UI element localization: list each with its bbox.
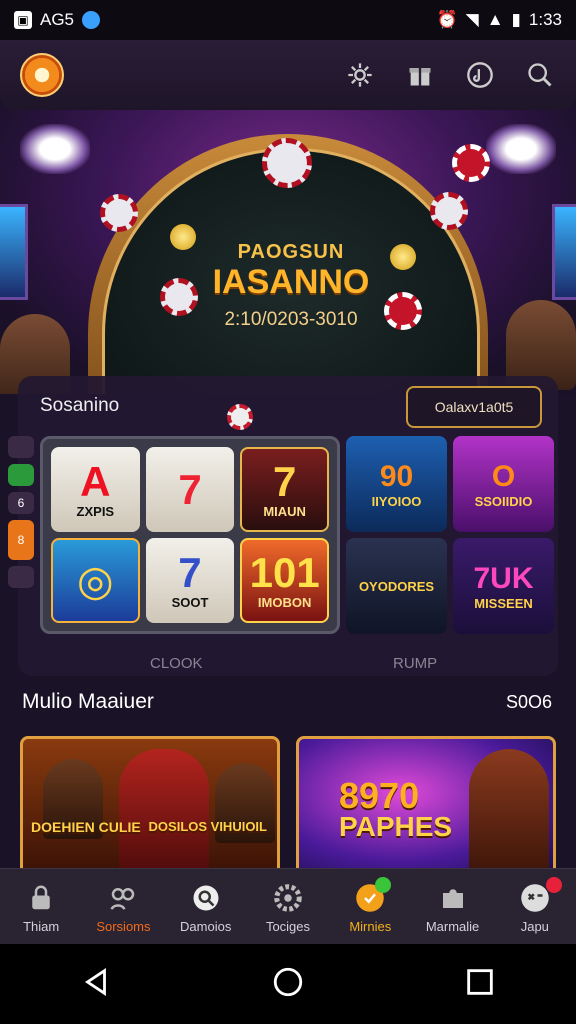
- game-tile[interactable]: OYODORES: [346, 538, 447, 634]
- rail-item[interactable]: [8, 436, 34, 458]
- reel-tile[interactable]: 101 IMOBON: [240, 538, 329, 623]
- back-icon[interactable]: [79, 965, 113, 1004]
- coin-icon: [390, 244, 416, 270]
- chip-icon: [452, 144, 490, 182]
- gift-icon[interactable]: [404, 59, 436, 91]
- reel-tile[interactable]: 7: [145, 447, 235, 532]
- app-header: [0, 40, 576, 110]
- card-subtitle: PAPHES: [339, 811, 453, 842]
- chip-icon: [262, 138, 312, 188]
- battery-icon: ▮: [511, 10, 521, 29]
- section-title: Sosanino: [40, 395, 120, 416]
- card-title: DOEHIEN CULIE: [31, 819, 141, 835]
- hero-banner[interactable]: PAOGSUN IASANNO 2:10/0203-3010: [0, 104, 576, 394]
- chip-icon: [430, 192, 468, 230]
- nav-item-damoios[interactable]: Damoios: [171, 881, 241, 934]
- app-notification-icon: [82, 11, 101, 29]
- reel-tile[interactable]: ◎: [51, 538, 140, 623]
- game-tile[interactable]: O SSOIIDIO: [453, 436, 554, 532]
- nav-item-tociges[interactable]: Tociges: [253, 881, 323, 934]
- slot-machine-reels[interactable]: A ZXPIS 7 7 MIAUN ◎ 7 SOOT 101 IMOBON: [40, 436, 340, 634]
- game-card[interactable]: DOEHIEN CULIE DOSILOS VIHUIOIL: [20, 736, 280, 876]
- section-action-button[interactable]: Oalaxv1a0t5: [406, 386, 542, 428]
- rail-item[interactable]: [8, 566, 34, 588]
- nav-item-japu[interactable]: Japu: [500, 876, 570, 934]
- wifi-icon: ◥: [465, 10, 479, 29]
- nav-item-marmalie[interactable]: Marmalie: [418, 881, 488, 934]
- screen-right: [552, 204, 576, 300]
- rail-item[interactable]: 6: [8, 492, 34, 514]
- people-icon: [106, 881, 140, 915]
- header-icons: [344, 59, 556, 91]
- home-icon[interactable]: [271, 965, 305, 1004]
- status-left: ▣ AG5: [14, 10, 101, 30]
- status-time: 1:33: [528, 10, 562, 29]
- left-rail: 6 8: [0, 430, 40, 630]
- reel-tile[interactable]: A ZXPIS: [51, 447, 140, 532]
- coin-icon: [170, 224, 196, 250]
- card-subtitle: DOSILOS VIHUIOIL: [148, 819, 267, 834]
- casino-logo[interactable]: [20, 53, 64, 97]
- settings-icon[interactable]: [344, 59, 376, 91]
- chip-icon: [384, 292, 422, 330]
- notification-icon: ▣: [14, 11, 32, 29]
- system-nav-bar: [0, 944, 576, 1024]
- spotlight-left: [20, 124, 90, 174]
- hero-title: PAOGSUN: [237, 241, 345, 263]
- search-icon[interactable]: [524, 59, 556, 91]
- nav-item-sorsioms[interactable]: Sorsioms: [88, 881, 158, 934]
- signal-icon: ▲: [486, 10, 504, 29]
- lock-icon: [24, 881, 58, 915]
- reel-tile[interactable]: 7 SOOT: [145, 538, 235, 623]
- notification-badge: [375, 876, 392, 893]
- row-more-link[interactable]: S0O6: [506, 692, 552, 713]
- reel-tile[interactable]: 7 MIAUN: [240, 447, 329, 532]
- panel-label-right: RUMP: [393, 655, 438, 672]
- game-grid: 90 IIYOIOO O SSOIIDIO OYODORES 7UK MISSEEN: [346, 436, 554, 634]
- character-figure: [469, 749, 549, 873]
- character-figure: [119, 749, 209, 873]
- game-tile[interactable]: 7UK MISSEEN: [453, 538, 554, 634]
- nav-item-mirnies[interactable]: Mirnies: [335, 876, 405, 934]
- spotlight-right: [486, 124, 556, 174]
- game-tile[interactable]: 90 IIYOIOO: [346, 436, 447, 532]
- status-right: ⏰ ◥ ▲ ▮ 1:33: [436, 10, 562, 30]
- recents-icon[interactable]: [463, 965, 497, 1004]
- search-icon: [189, 881, 223, 915]
- notification-badge: [545, 876, 562, 893]
- rail-item[interactable]: [8, 464, 34, 486]
- bottom-nav: Thiam Sorsioms Damoios Tociges Mirnies M…: [0, 868, 576, 945]
- status-bar: ▣ AG5 ⏰ ◥ ▲ ▮ 1:33: [0, 0, 576, 40]
- screen-left: [0, 204, 28, 300]
- status-left-text: AG5: [40, 10, 75, 29]
- panel-label-left: CLOOK: [150, 655, 203, 672]
- chip-icon: [227, 404, 253, 430]
- chip-icon: [100, 194, 138, 232]
- row-title: Mulio Maaiuer: [22, 690, 154, 713]
- nav-item-thiam[interactable]: Thiam: [6, 881, 76, 934]
- alarm-icon: ⏰: [436, 10, 458, 29]
- chip-icon: [160, 278, 198, 316]
- music-icon[interactable]: [464, 59, 496, 91]
- puzzle-icon: [436, 881, 470, 915]
- game-card[interactable]: 8970 PAPHES: [296, 736, 556, 876]
- rail-item-active[interactable]: 8: [8, 520, 34, 560]
- gear-icon: [271, 881, 305, 915]
